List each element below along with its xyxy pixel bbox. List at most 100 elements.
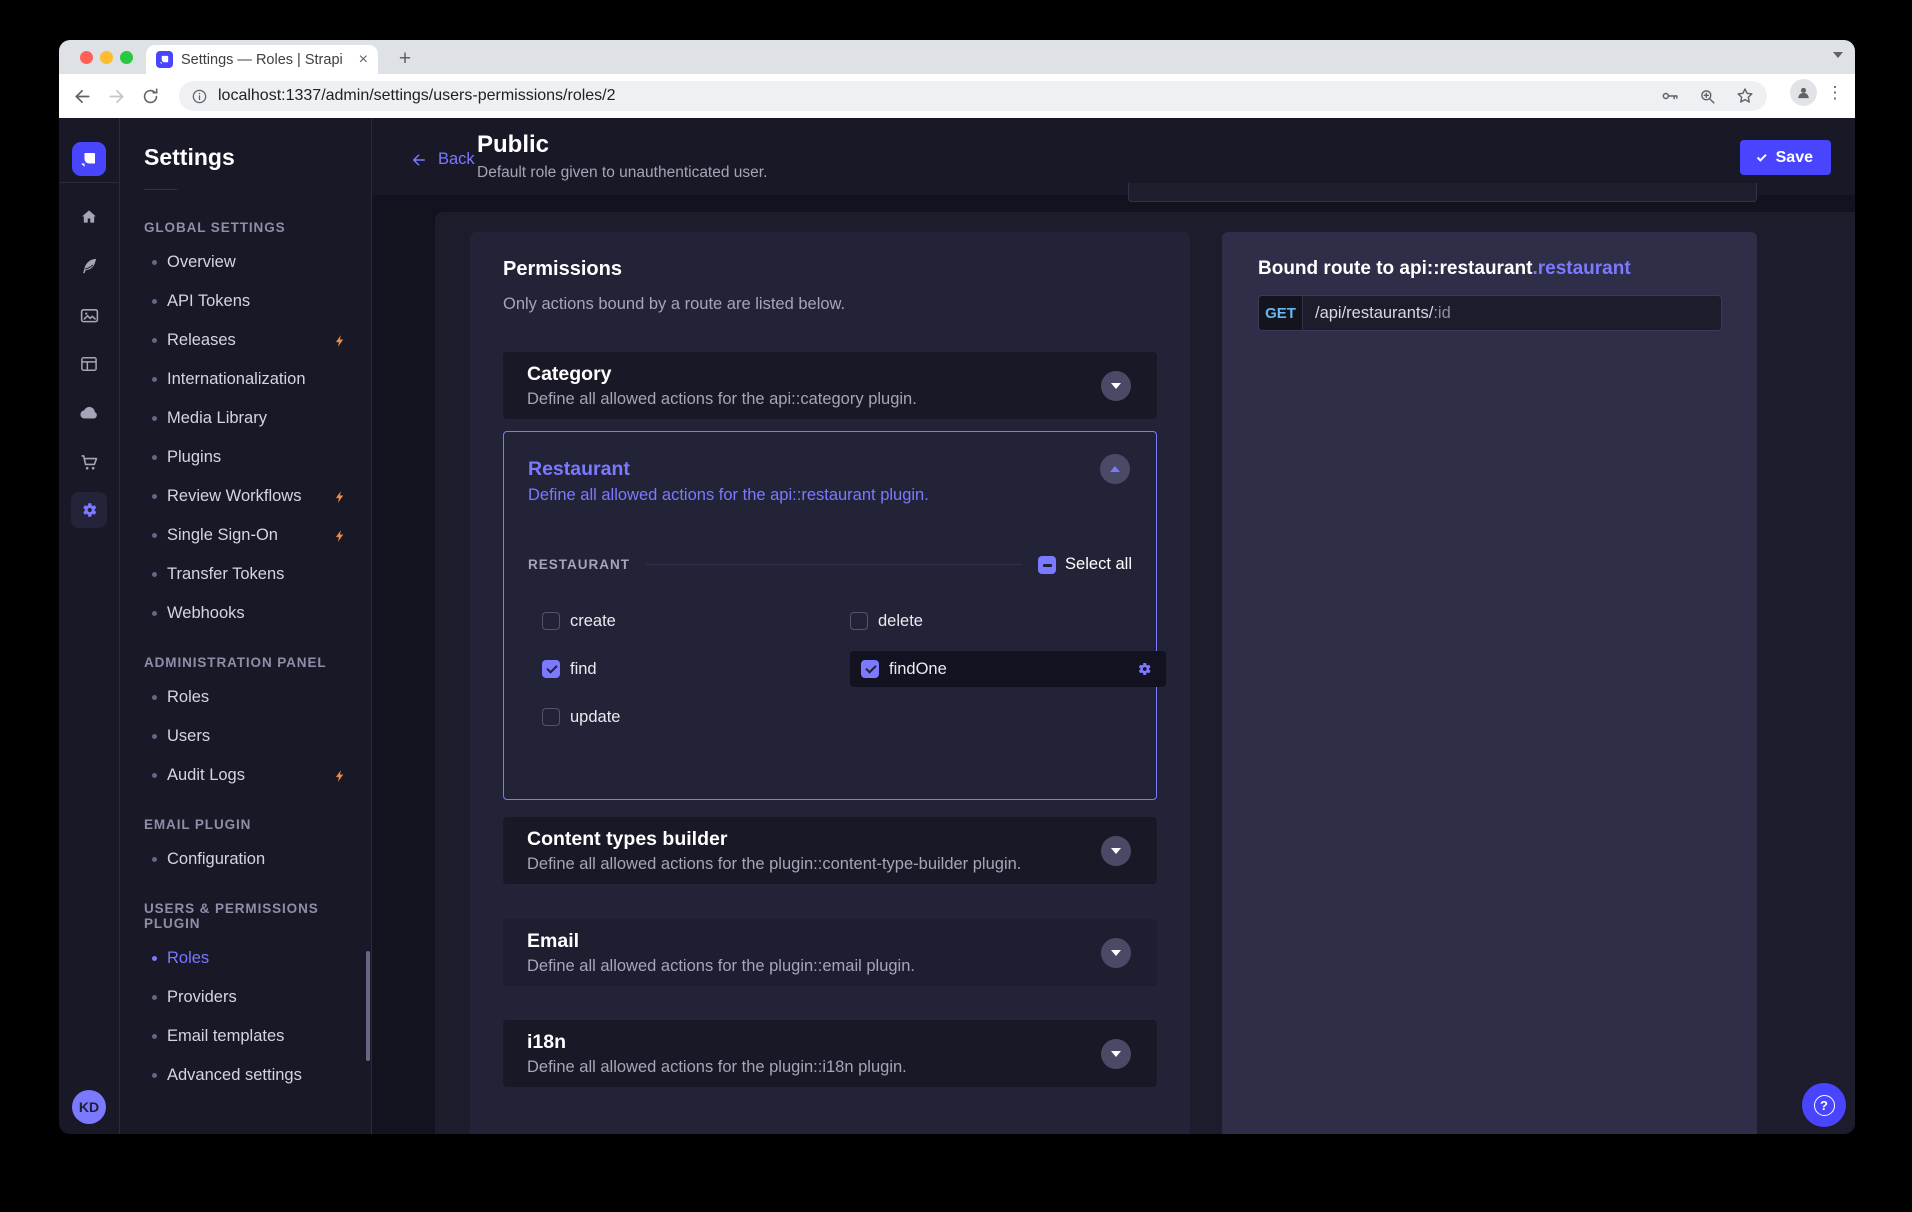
new-tab-button[interactable]: + (391, 45, 419, 73)
browser-window: Settings — Roles | Strapi × + localhost:… (59, 40, 1855, 1134)
chevron-down-icon[interactable] (1101, 938, 1131, 968)
settings-cog-icon[interactable] (1135, 660, 1153, 678)
user-avatar[interactable]: KD (72, 1090, 106, 1124)
update-checkbox[interactable] (542, 708, 560, 726)
action-find[interactable]: find (542, 660, 597, 679)
settings-sidebar: Settings GLOBAL SETTINGS Overview API To… (120, 118, 372, 1134)
help-button[interactable]: ? (1802, 1083, 1846, 1127)
sidebar-item-up-roles[interactable]: Roles (120, 939, 371, 978)
traffic-minimize-button[interactable] (100, 51, 113, 64)
chrome-profile-avatar[interactable] (1790, 79, 1817, 106)
sidebar-title: Settings (144, 144, 371, 171)
section-global-settings: GLOBAL SETTINGS (144, 220, 371, 235)
main-content: Back Public Default role given to unauth… (372, 118, 1855, 1134)
chrome-menu-icon[interactable]: ⋮ (1823, 83, 1847, 103)
accordion-content-types-builder[interactable]: Content types builder Define all allowed… (503, 817, 1157, 884)
tab-search-chevron-icon[interactable] (1833, 52, 1843, 58)
sidebar-item-webhooks[interactable]: Webhooks (120, 594, 371, 633)
action-update[interactable]: update (542, 708, 620, 727)
action-delete[interactable]: delete (850, 612, 923, 631)
sidebar-item-media-library[interactable]: Media Library (120, 399, 371, 438)
bullet-icon (152, 611, 157, 616)
accordion-email[interactable]: Email Define all allowed actions for the… (503, 919, 1157, 986)
restaurant-group-label: RESTAURANT (528, 557, 630, 572)
traffic-zoom-button[interactable] (120, 51, 133, 64)
tab-close-icon[interactable]: × (359, 52, 368, 68)
sidebar-item-overview[interactable]: Overview (120, 243, 371, 282)
delete-checkbox[interactable] (850, 612, 868, 630)
findone-checkbox[interactable] (861, 660, 879, 678)
find-checkbox[interactable] (542, 660, 560, 678)
strapi-logo[interactable] (72, 142, 106, 176)
media-library-icon[interactable] (71, 297, 107, 333)
workspace-rail: KD (59, 118, 120, 1134)
sidebar-item-providers[interactable]: Providers (120, 978, 371, 1017)
create-checkbox[interactable] (542, 612, 560, 630)
permissions-panel: Permissions Only actions bound by a rout… (470, 232, 1190, 1134)
bullet-icon (152, 260, 157, 265)
select-all-checkbox[interactable] (1038, 556, 1056, 574)
sidebar-item-email-templates[interactable]: Email templates (120, 1017, 371, 1056)
content-type-builder-icon[interactable] (71, 346, 107, 382)
tab-title: Settings — Roles | Strapi (181, 52, 351, 68)
action-findone-selected-row[interactable]: findOne (850, 651, 1166, 687)
bullet-icon (152, 533, 157, 538)
sidebar-item-internationalization[interactable]: Internationalization (120, 360, 371, 399)
forward-icon[interactable] (99, 79, 133, 113)
content-manager-feather-icon[interactable] (71, 248, 107, 284)
bookmark-star-icon[interactable] (1735, 86, 1755, 106)
chevron-up-icon[interactable] (1100, 454, 1130, 484)
back-link[interactable]: Back (410, 150, 475, 169)
select-all-control[interactable]: Select all (1038, 555, 1132, 574)
accordion-restaurant-header[interactable]: Restaurant Define all allowed actions fo… (504, 432, 1156, 505)
sidebar-item-configuration[interactable]: Configuration (120, 840, 371, 879)
settings-gear-icon[interactable] (71, 492, 107, 528)
accordion-i18n[interactable]: i18n Define all allowed actions for the … (503, 1020, 1157, 1087)
browser-tab[interactable]: Settings — Roles | Strapi × (146, 45, 378, 74)
accordion-restaurant-expanded: Restaurant Define all allowed actions fo… (503, 431, 1157, 800)
bound-route-title: Bound route to api::restaurant.restauran… (1258, 258, 1721, 280)
deploy-cloud-icon[interactable] (71, 395, 107, 431)
sidebar-item-admin-users[interactable]: Users (120, 717, 371, 756)
sidebar-item-audit-logs[interactable]: Audit Logs (120, 756, 371, 795)
sidebar-item-api-tokens[interactable]: API Tokens (120, 282, 371, 321)
bullet-icon (152, 995, 157, 1000)
save-button[interactable]: Save (1740, 140, 1831, 175)
page-title: Public (477, 131, 767, 159)
bullet-icon (152, 377, 157, 382)
traffic-close-button[interactable] (80, 51, 93, 64)
url-bar[interactable]: localhost:1337/admin/settings/users-perm… (179, 81, 1767, 111)
section-email-plugin: EMAIL PLUGIN (144, 817, 371, 832)
action-create[interactable]: create (542, 612, 616, 631)
bullet-icon (152, 299, 157, 304)
marketplace-cart-icon[interactable] (71, 444, 107, 480)
chevron-down-icon[interactable] (1101, 1039, 1131, 1069)
bullet-icon (152, 1034, 157, 1039)
sidebar-item-admin-roles[interactable]: Roles (120, 678, 371, 717)
sidebar-item-review-workflows[interactable]: Review Workflows (120, 477, 371, 516)
rail-divider (59, 182, 119, 183)
sidebar-title-divider (144, 189, 177, 190)
sidebar-item-plugins[interactable]: Plugins (120, 438, 371, 477)
accordion-category[interactable]: Category Define all allowed actions for … (503, 352, 1157, 419)
strapi-favicon (156, 51, 173, 68)
password-key-icon[interactable] (1660, 86, 1680, 106)
http-method-badge: GET (1259, 296, 1303, 330)
chevron-down-icon[interactable] (1101, 371, 1131, 401)
site-info-icon[interactable] (191, 88, 208, 105)
chevron-down-icon[interactable] (1101, 836, 1131, 866)
sidebar-item-transfer-tokens[interactable]: Transfer Tokens (120, 555, 371, 594)
bullet-icon (152, 857, 157, 862)
browser-tab-bar: Settings — Roles | Strapi × + (59, 40, 1855, 74)
bullet-icon (152, 956, 157, 961)
route-path: /api/restaurants/:id (1303, 296, 1721, 330)
sidebar-scrollbar[interactable] (366, 951, 370, 1061)
reload-icon[interactable] (133, 79, 167, 113)
sidebar-item-releases[interactable]: Releases (120, 321, 371, 360)
sidebar-item-single-sign-on[interactable]: Single Sign-On (120, 516, 371, 555)
home-icon[interactable] (71, 199, 107, 235)
zoom-in-icon[interactable] (1698, 87, 1717, 106)
permissions-title: Permissions (503, 258, 1157, 281)
back-icon[interactable] (65, 79, 99, 113)
sidebar-item-advanced-settings[interactable]: Advanced settings (120, 1056, 371, 1095)
